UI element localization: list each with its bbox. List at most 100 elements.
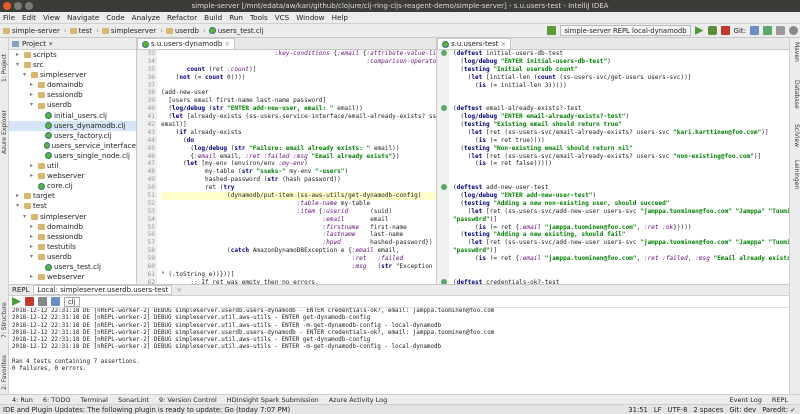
breadcrumb-item[interactable]: simpleserver › (101, 27, 163, 35)
menu-analyze[interactable]: Analyze (132, 13, 160, 22)
tool-structure[interactable]: 7: Structure (1, 302, 8, 338)
close-icon[interactable]: × (500, 40, 506, 48)
tool-azure-activity-log[interactable]: Azure Activity Log (329, 396, 388, 404)
history-icon[interactable] (776, 26, 785, 35)
expand-arrow-icon[interactable]: ▸ (16, 191, 22, 201)
tool-database[interactable]: Database (793, 80, 800, 109)
tree-file[interactable]: core.clj (9, 181, 136, 191)
stop-icon[interactable] (720, 26, 730, 35)
tree-folder[interactable]: ▸ util (9, 161, 136, 171)
tree-folder[interactable]: ▾ simpleserver (9, 70, 136, 80)
expand-arrow-icon[interactable]: ▸ (30, 80, 36, 90)
expand-arrow-icon[interactable]: ▸ (30, 242, 36, 252)
tree-folder[interactable]: ▸ target (9, 191, 136, 201)
tool-favorites[interactable]: 2: Favorites (1, 355, 8, 390)
tool-sciview[interactable]: SciView (793, 124, 800, 147)
expand-arrow-icon[interactable]: ▸ (30, 232, 36, 242)
tree-folder[interactable]: ▸ webserver (9, 272, 136, 282)
menu-build[interactable]: Build (204, 13, 222, 22)
tree-folder[interactable]: ▸ webserver (9, 171, 136, 181)
stop-icon[interactable] (25, 297, 34, 306)
run-icon[interactable] (694, 26, 704, 35)
tree-folder[interactable]: ▸ sessiondb (9, 90, 136, 100)
breadcrumb-item[interactable]: userdb › (165, 27, 206, 35)
menu-vcs[interactable]: VCS (275, 13, 290, 22)
chevron-down-icon[interactable]: ▾ (49, 40, 53, 48)
menu-code[interactable]: Code (106, 13, 124, 22)
minimize-window-button[interactable] (14, 2, 22, 10)
tool-repl[interactable]: REPL (772, 396, 788, 404)
menu-help[interactable]: Help (332, 13, 348, 22)
tool-maven[interactable]: Maven (793, 42, 800, 62)
code-area[interactable]: (deftest initial-users-db-test (log/debu… (451, 50, 789, 284)
tool-6-todo[interactable]: 6: TODO (43, 396, 71, 404)
line-separator[interactable]: LF (654, 406, 662, 414)
maximize-window-button[interactable] (25, 2, 33, 10)
vcs-commit-icon[interactable] (763, 26, 772, 35)
breadcrumb-item[interactable]: test › (69, 27, 99, 35)
menu-navigate[interactable]: Navigate (67, 13, 99, 22)
repl-session-tab[interactable]: Local: simpleserver.userdb.users-test (33, 285, 173, 295)
expand-arrow-icon[interactable]: ▸ (30, 171, 36, 181)
tree-file[interactable]: users_test.clj (9, 262, 136, 272)
close-window-button[interactable] (3, 2, 11, 10)
menu-file[interactable]: File (3, 13, 15, 22)
expand-arrow-icon[interactable]: ▾ (30, 252, 36, 262)
tree-folder[interactable]: ▾ simpleserver (9, 212, 136, 222)
repl-output[interactable]: 2018-12-12 22:31:18 DE [nREPL-worker-2] … (9, 308, 789, 394)
tab-users-dynamodb[interactable]: s.u.users-dynamodb × (137, 38, 236, 49)
tool-terminal[interactable]: Terminal (80, 396, 107, 404)
namespace-select[interactable]: clj (64, 296, 80, 307)
breadcrumb-item[interactable]: simple-server › (3, 27, 67, 35)
tool-project[interactable]: 1: Project (1, 54, 8, 82)
expand-arrow-icon[interactable]: ▸ (30, 161, 36, 171)
tool-leiningen[interactable]: Leiningen (793, 160, 800, 189)
tool-9-version-control[interactable]: 9: Version Control (159, 396, 217, 404)
expand-arrow-icon[interactable]: ▾ (16, 60, 22, 70)
git-branch[interactable]: Git: dev (729, 406, 756, 414)
close-icon[interactable]: × (224, 40, 230, 48)
project-panel-title[interactable]: Project (22, 40, 46, 48)
tree-file[interactable]: users_service_interface (9, 141, 136, 151)
file-encoding[interactable]: UTF-8 (668, 406, 688, 414)
paredit-status[interactable]: Paredit: ✓ (762, 406, 796, 414)
test-passed-icon[interactable] (441, 50, 447, 56)
search-icon[interactable] (789, 26, 798, 35)
tool-sonarlint[interactable]: SonarLint (118, 396, 149, 404)
expand-arrow-icon[interactable]: ▸ (16, 50, 22, 60)
tree-folder[interactable]: ▾ userdb (9, 100, 136, 110)
menu-window[interactable]: Window (296, 13, 324, 22)
tree-folder[interactable]: ▸ scripts (9, 50, 136, 60)
code-area[interactable]: :key-conditions {:email {:attribute-valu… (159, 50, 436, 284)
expand-arrow-icon[interactable]: ▸ (30, 222, 36, 232)
expand-arrow-icon[interactable]: ▾ (23, 212, 29, 222)
indent-setting[interactable]: 2 spaces (693, 406, 723, 414)
tree-file[interactable]: initial_users.clj (9, 111, 136, 121)
tool-azure-explorer[interactable]: Azure Explorer (1, 110, 8, 154)
menu-refactor[interactable]: Refactor (167, 13, 197, 22)
rerun-icon[interactable] (12, 297, 21, 306)
expand-arrow-icon[interactable]: ▾ (23, 70, 29, 80)
load-file-icon[interactable] (51, 297, 60, 306)
tool-4-run[interactable]: 4: Run (12, 396, 33, 404)
tree-file[interactable]: users_factory.clj (9, 131, 136, 141)
expand-arrow-icon[interactable]: ▸ (30, 272, 36, 282)
vcs-update-icon[interactable] (750, 26, 759, 35)
tree-file[interactable]: users_single_node.clj (9, 151, 136, 161)
menu-view[interactable]: View (43, 13, 60, 22)
tree-folder[interactable]: ▸ sessiondb (9, 232, 136, 242)
caret-position[interactable]: 31:51 (628, 406, 648, 414)
build-icon[interactable] (547, 26, 557, 35)
tree-file[interactable]: users_dynamodb.clj (9, 120, 136, 131)
expand-arrow-icon[interactable]: ▾ (16, 201, 22, 211)
tree-folder[interactable]: ▾ userdb (9, 252, 136, 262)
test-passed-icon[interactable] (441, 105, 447, 112)
repl-tab-label[interactable]: REPL (12, 286, 29, 294)
menu-edit[interactable]: Edit (22, 13, 36, 22)
menu-run[interactable]: Run (229, 13, 243, 22)
menu-tools[interactable]: Tools (250, 13, 268, 22)
run-configuration-select[interactable]: simple-server REPL local-dynamodb (560, 25, 691, 36)
expand-arrow-icon[interactable]: ▸ (30, 90, 36, 100)
debug-icon[interactable] (707, 26, 717, 35)
tab-users-test[interactable]: s.u.users-test × (437, 38, 512, 49)
